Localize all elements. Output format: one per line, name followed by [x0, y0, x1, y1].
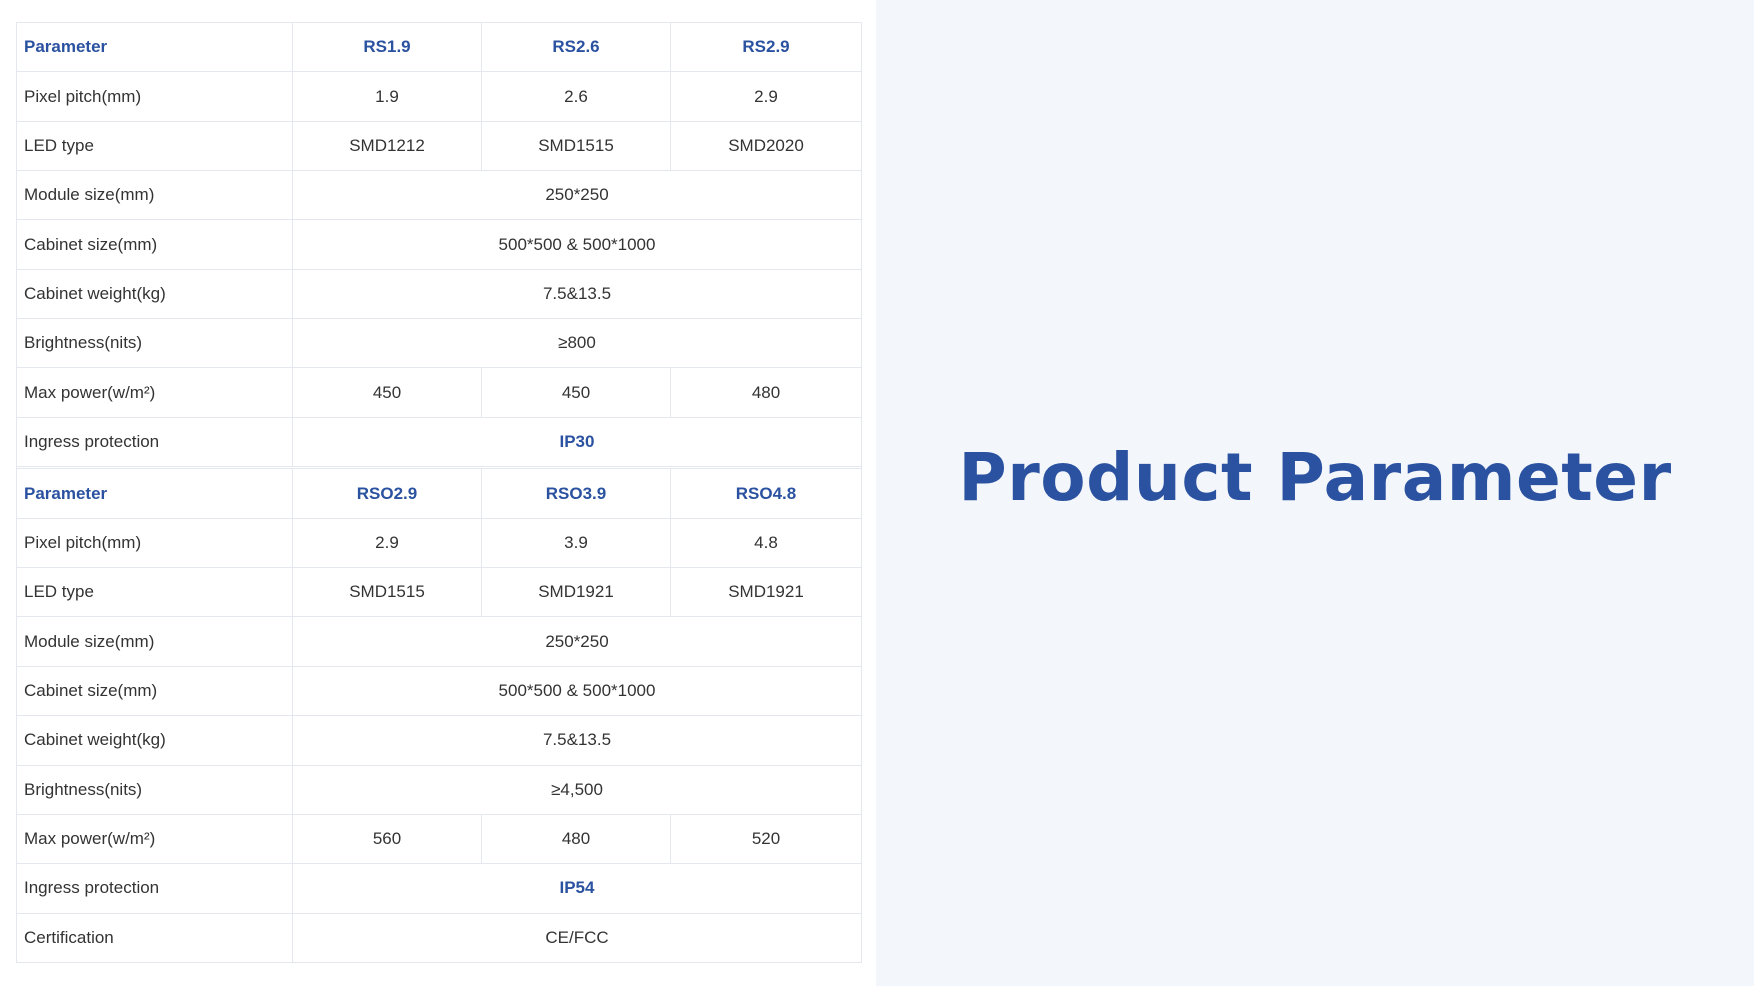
table-cell: 2.9: [292, 517, 482, 569]
row-label: Ingress protection: [16, 416, 293, 468]
header-cell: RSO3.9: [481, 468, 671, 519]
table-cell: 4.8: [670, 517, 862, 569]
table-row: Cabinet weight(kg) 7.5&13.5: [16, 268, 862, 320]
row-label: Max power(w/m²): [16, 813, 293, 865]
table-row: Cabinet size(mm) 500*500 & 500*1000: [16, 219, 862, 270]
table-row: Module size(mm) 250*250: [16, 616, 862, 667]
table-cell: IP30: [292, 416, 862, 468]
table-cell: SMD1921: [670, 567, 862, 618]
table-row: Max power(w/m²) 560 480 520: [16, 813, 862, 865]
table-row: LED type SMD1515 SMD1921 SMD1921: [16, 567, 862, 618]
table-cell: SMD1212: [292, 120, 482, 172]
parameter-table: Parameter RS1.9 RS2.6 RS2.9 Pixel pitch(…: [16, 21, 862, 964]
table-row: Max power(w/m²) 450 450 480: [16, 367, 862, 418]
header-cell: Parameter: [16, 468, 293, 519]
header-cell: RSO4.8: [670, 468, 862, 519]
table-cell: 450: [481, 367, 671, 418]
row-label: Pixel pitch(mm): [16, 517, 293, 569]
table-cell: 3.9: [481, 517, 671, 569]
table-cell: 560: [292, 813, 482, 865]
table-cell: 1.9: [292, 71, 482, 122]
spec-panel: Parameter RS1.9 RS2.6 RS2.9 Pixel pitch(…: [0, 0, 876, 986]
header-cell: RSO2.9: [292, 468, 482, 519]
row-label: Certification: [16, 912, 293, 964]
row-label: Ingress protection: [16, 863, 293, 914]
table-row: LED type SMD1212 SMD1515 SMD2020: [16, 120, 862, 172]
table-cell: 450: [292, 367, 482, 418]
table-cell: 500*500 & 500*1000: [292, 219, 862, 270]
table-cell: SMD1515: [292, 567, 482, 618]
table-cell: 500*500 & 500*1000: [292, 665, 862, 717]
table-cell: 480: [670, 367, 862, 418]
table-cell: SMD2020: [670, 120, 862, 172]
table-row: Ingress protection IP54: [16, 863, 862, 914]
table-cell: 480: [481, 813, 671, 865]
table-cell: 250*250: [292, 170, 862, 221]
row-label: Brightness(nits): [16, 318, 293, 369]
header-cell: RS1.9: [292, 21, 482, 73]
row-label: Cabinet weight(kg): [16, 715, 293, 766]
table-row: Cabinet size(mm) 500*500 & 500*1000: [16, 665, 862, 717]
row-label: LED type: [16, 567, 293, 618]
table-cell: IP54: [292, 863, 862, 914]
table1-header-row: Parameter RS1.9 RS2.6 RS2.9: [16, 21, 862, 73]
row-label: Brightness(nits): [16, 764, 293, 815]
table-cell: 520: [670, 813, 862, 865]
table-row: Cabinet weight(kg) 7.5&13.5: [16, 715, 862, 766]
table-cell: ≥800: [292, 318, 862, 369]
row-label: Module size(mm): [16, 616, 293, 667]
table-cell: 2.6: [481, 71, 671, 122]
title-panel: Product Parameter: [876, 0, 1754, 986]
header-cell: Parameter: [16, 21, 293, 73]
page-title: Product Parameter: [958, 439, 1672, 516]
table-row: Brightness(nits) ≥4,500: [16, 764, 862, 815]
table-cell: 7.5&13.5: [292, 715, 862, 766]
table-cell: 250*250: [292, 616, 862, 667]
table-cell: CE/FCC: [292, 912, 862, 964]
table-row: Module size(mm) 250*250: [16, 170, 862, 221]
table-row: Certification CE/FCC: [16, 912, 862, 964]
row-label: Cabinet size(mm): [16, 219, 293, 270]
row-label: Max power(w/m²): [16, 367, 293, 418]
row-label: Pixel pitch(mm): [16, 71, 293, 122]
table-cell: SMD1515: [481, 120, 671, 172]
table-row: Pixel pitch(mm) 2.9 3.9 4.8: [16, 517, 862, 569]
row-label: Cabinet size(mm): [16, 665, 293, 717]
row-label: Module size(mm): [16, 170, 293, 221]
table-row: Ingress protection IP30: [16, 416, 862, 468]
table-cell: ≥4,500: [292, 764, 862, 815]
table-cell: SMD1921: [481, 567, 671, 618]
table2-header-row: Parameter RSO2.9 RSO3.9 RSO4.8: [16, 468, 862, 519]
table-cell: 2.9: [670, 71, 862, 122]
table-row: Brightness(nits) ≥800: [16, 318, 862, 369]
header-cell: RS2.9: [670, 21, 862, 73]
header-cell: RS2.6: [481, 21, 671, 73]
table-cell: 7.5&13.5: [292, 268, 862, 320]
row-label: Cabinet weight(kg): [16, 268, 293, 320]
table-row: Pixel pitch(mm) 1.9 2.6 2.9: [16, 71, 862, 122]
row-label: LED type: [16, 120, 293, 172]
